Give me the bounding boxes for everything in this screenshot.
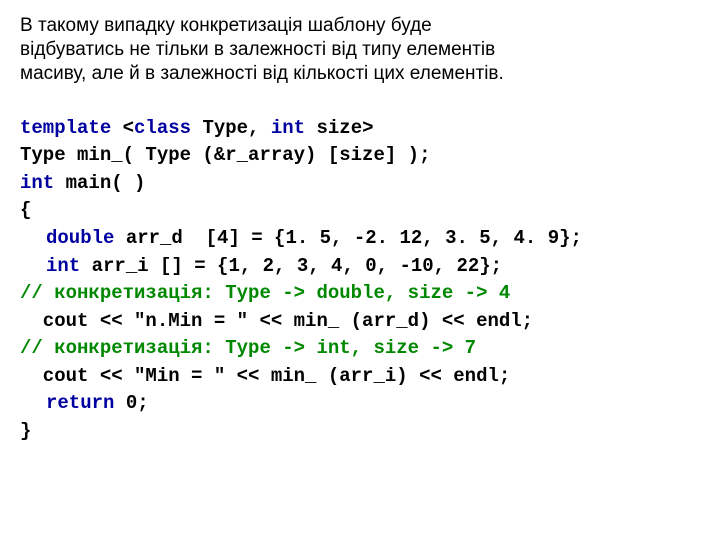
code-line-8: cout << "n.Min = " << min_ (arr_d) << en… [20,310,533,332]
code-t3b: main( ) [54,172,145,194]
code-t11b: 0; [114,392,148,414]
kw-return: return [46,392,114,414]
kw-int-1: int [271,117,305,139]
intro-line-1: В такому випадку конкретизація шаблону б… [20,15,432,36]
intro-line-3: масиву, але й в залежності від кількості… [20,63,504,84]
code-close-brace: } [20,420,31,442]
code-line-2: Type min_( Type (&r_array) [size] ); [20,144,430,166]
code-t1d: Type, [191,117,271,139]
code-open-brace: { [20,199,31,221]
kw-int-2: int [20,172,54,194]
code-t1f: size> [305,117,373,139]
kw-template: template [20,117,111,139]
code-line-10: cout << "Min = " << min_ (arr_i) << endl… [20,365,510,387]
comment-1: // конкретизація: Type -> double, size -… [20,282,510,304]
code-t1b: < [111,117,134,139]
intro-paragraph: В такому випадку конкретизація шаблону б… [20,14,700,85]
code-block: template <class Type, int size> Type min… [20,87,700,445]
code-t6b: arr_i [] = {1, 2, 3, 4, 0, -10, 22}; [80,255,502,277]
intro-line-2: відбуватись не тільки в залежності від т… [20,39,495,60]
comment-2: // конкретизація: Type -> int, size -> 7 [20,337,476,359]
kw-int-3: int [46,255,80,277]
code-t5b: arr_d [4] = {1. 5, -2. 12, 3. 5, 4. 9}; [114,227,581,249]
kw-class: class [134,117,191,139]
kw-double: double [46,227,114,249]
